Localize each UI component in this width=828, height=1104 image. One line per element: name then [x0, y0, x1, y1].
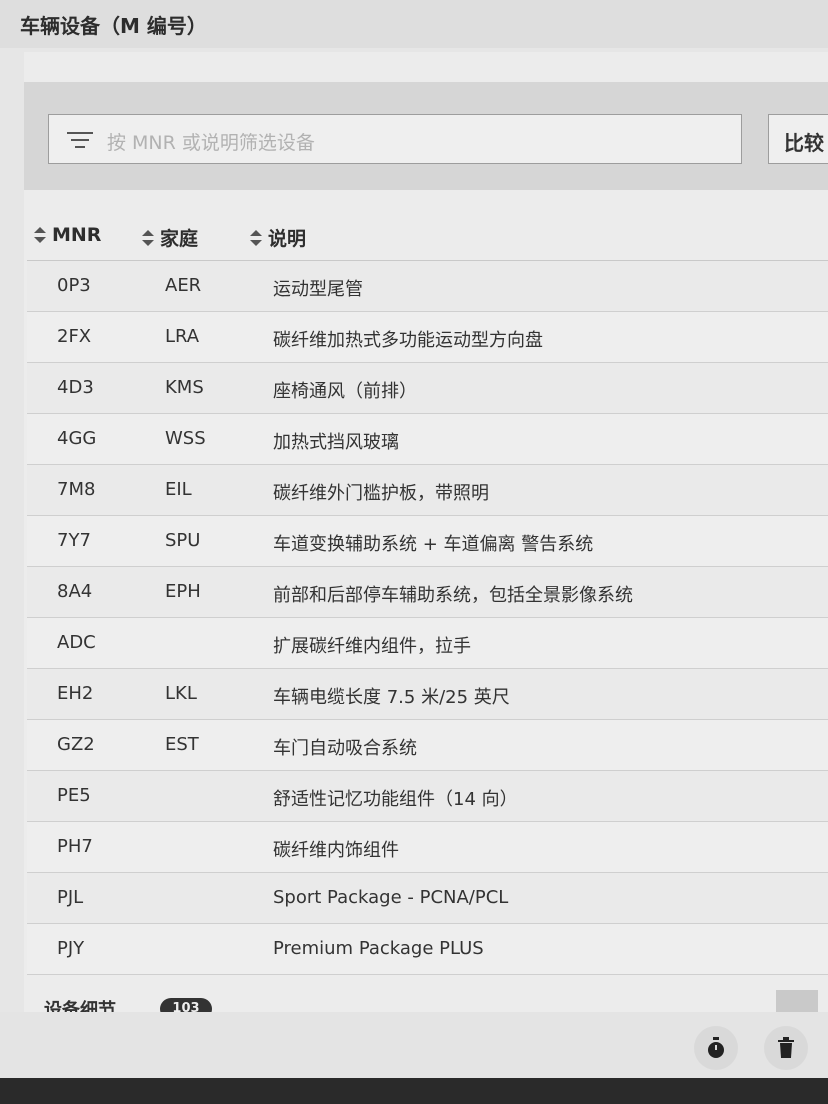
cell-description: 运动型尾管 [273, 279, 363, 300]
table-row[interactable]: 7Y7 SPU 车道变换辅助系统 + 车道偏离 警告系统 [27, 516, 828, 567]
filter-panel: 按 MNR 或说明筛选设备 比较 [24, 82, 828, 190]
equipment-table: MNR 家庭 说明 0P3 AER 运动型尾管 2FX LRA 碳纤维加热式多功能运动型方… [27, 212, 828, 975]
cell-family: WSS [165, 428, 206, 449]
cell-mnr: 4D3 [57, 377, 94, 398]
table-row[interactable]: ADC 扩展碳纤维内组件，拉手 [27, 618, 828, 669]
table-row[interactable]: PJY Premium Package PLUS [27, 924, 828, 975]
table-row[interactable]: 4D3 KMS 座椅通风（前排） [27, 363, 828, 414]
cell-description: 碳纤维加热式多功能运动型方向盘 [273, 330, 543, 351]
cell-description: Sport Package - PCNA/PCL [273, 887, 509, 908]
cell-description: 车辆电缆长度 7.5 米/25 英尺 [273, 687, 510, 708]
sort-icon [141, 229, 155, 247]
scroll-handle[interactable] [776, 990, 818, 1014]
title-bar: 车辆设备（M 编号） [0, 0, 828, 48]
page-title: 车辆设备（M 编号） [20, 14, 207, 38]
cell-mnr: 2FX [57, 326, 92, 347]
screen: 车辆设备（M 编号） 按 MNR 或说明筛选设备 比较 MNR 家庭 说明 0P… [0, 0, 828, 1078]
cell-description: 扩展碳纤维内组件，拉手 [273, 636, 471, 657]
column-header-family[interactable]: 家庭 [141, 224, 198, 251]
sort-icon [249, 229, 263, 247]
table-row[interactable]: GZ2 EST 车门自动吸合系统 [27, 720, 828, 771]
cell-mnr: PH7 [57, 836, 93, 857]
filter-icon [67, 131, 93, 149]
cell-description: 座椅通风（前排） [273, 381, 417, 402]
cell-mnr: 8A4 [57, 581, 93, 602]
cell-description: 碳纤维内饰组件 [273, 840, 399, 861]
cell-family: EPH [165, 581, 201, 602]
cell-mnr: PJL [57, 887, 84, 908]
table-row[interactable]: 4GG WSS 加热式挡风玻璃 [27, 414, 828, 465]
cell-mnr: 7Y7 [57, 530, 91, 551]
table-row[interactable]: PE5 舒适性记忆功能组件（14 向） [27, 771, 828, 822]
column-header-mnr[interactable]: MNR [33, 224, 101, 246]
compare-button[interactable]: 比较 [768, 114, 828, 164]
cell-mnr: 7M8 [57, 479, 96, 500]
filter-input[interactable]: 按 MNR 或说明筛选设备 [48, 114, 742, 164]
cell-description: 舒适性记忆功能组件（14 向） [273, 789, 518, 810]
stopwatch-button[interactable] [694, 1026, 738, 1070]
cell-description: 加热式挡风玻璃 [273, 432, 399, 453]
bottom-toolbar [0, 1012, 828, 1078]
stopwatch-icon [708, 1037, 724, 1058]
table-row[interactable]: 0P3 AER 运动型尾管 [27, 261, 828, 312]
cell-mnr: PJY [57, 938, 85, 959]
cell-mnr: 4GG [57, 428, 97, 449]
table-row[interactable]: PJL Sport Package - PCNA/PCL [27, 873, 828, 924]
cell-family: LRA [165, 326, 200, 347]
column-header-description[interactable]: 说明 [249, 224, 306, 251]
table-body: 0P3 AER 运动型尾管 2FX LRA 碳纤维加热式多功能运动型方向盘 4D3 KMS 座椅… [27, 261, 828, 975]
cell-mnr: PE5 [57, 785, 91, 806]
table-row[interactable]: 2FX LRA 碳纤维加热式多功能运动型方向盘 [27, 312, 828, 363]
cell-mnr: EH2 [57, 683, 94, 704]
content-panel: 按 MNR 或说明筛选设备 比较 MNR 家庭 说明 0P3 AER 运动型尾管 2 [24, 52, 828, 1012]
table-header: MNR 家庭 说明 [27, 212, 828, 261]
delete-button[interactable] [764, 1026, 808, 1070]
cell-family: EST [165, 734, 199, 755]
cell-description: 车道变换辅助系统 + 车道偏离 警告系统 [273, 534, 594, 555]
cell-family: LKL [165, 683, 197, 704]
table-row[interactable]: 8A4 EPH 前部和后部停车辅助系统，包括全景影像系统 [27, 567, 828, 618]
cell-description: 前部和后部停车辅助系统，包括全景影像系统 [273, 585, 633, 606]
cell-family: EIL [165, 479, 192, 500]
cell-family: AER [165, 275, 202, 296]
cell-family: SPU [165, 530, 201, 551]
cell-description: 碳纤维外门槛护板，带照明 [273, 483, 489, 504]
table-row[interactable]: 7M8 EIL 碳纤维外门槛护板，带照明 [27, 465, 828, 516]
trash-icon [778, 1037, 794, 1058]
cell-family: KMS [165, 377, 204, 398]
cell-mnr: GZ2 [57, 734, 95, 755]
sort-icon [33, 226, 47, 244]
table-row[interactable]: PH7 碳纤维内饰组件 [27, 822, 828, 873]
cell-description: 车门自动吸合系统 [273, 738, 417, 759]
cell-description: Premium Package PLUS [273, 938, 484, 959]
filter-placeholder: 按 MNR 或说明筛选设备 [107, 132, 315, 154]
cell-mnr: ADC [57, 632, 96, 653]
table-row[interactable]: EH2 LKL 车辆电缆长度 7.5 米/25 英尺 [27, 669, 828, 720]
cell-mnr: 0P3 [57, 275, 91, 296]
